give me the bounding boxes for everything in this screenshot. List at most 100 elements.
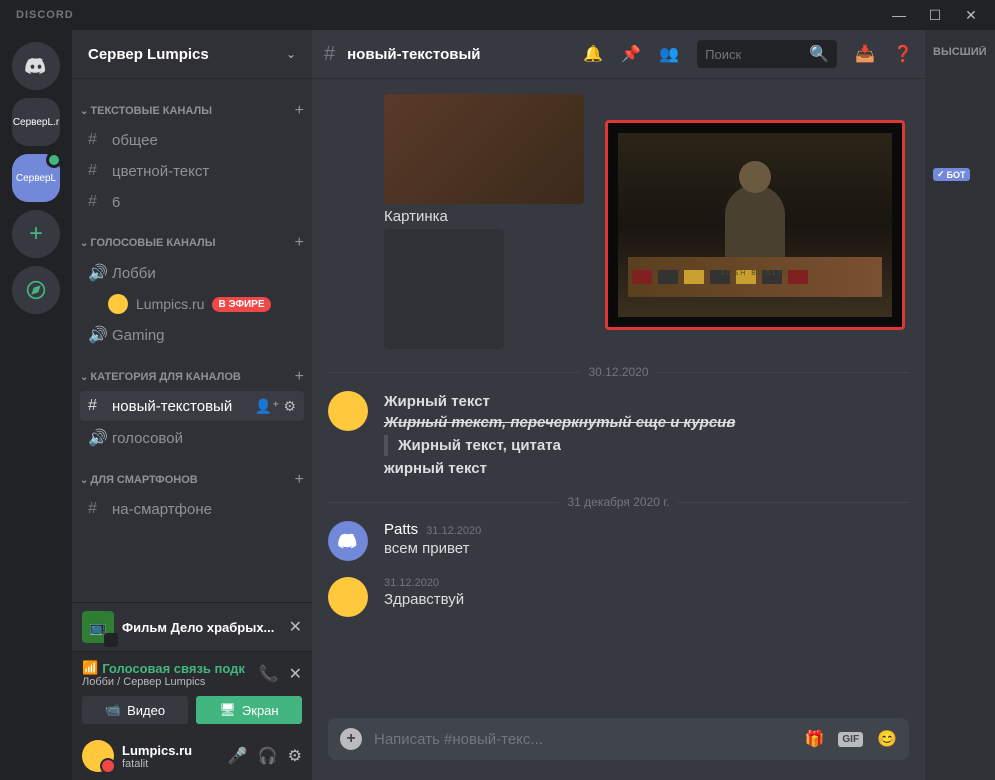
gif-button[interactable]: GIF [838, 732, 863, 747]
screen-button[interactable]: 🖥 Экран [196, 696, 302, 724]
server-header[interactable]: Сервер Lumpics ⌄ [72, 30, 312, 78]
hash-icon: # [324, 43, 335, 66]
avatar [108, 294, 128, 314]
close-button[interactable]: ✕ [957, 5, 985, 25]
channel-title: новый-текстовый [347, 46, 571, 63]
gift-icon[interactable]: 🎁 [804, 729, 824, 749]
category-phone[interactable]: ДЛЯ СМАРТФОНОВ+ [72, 455, 312, 493]
search-box[interactable]: 🔍 [697, 40, 837, 68]
home-button[interactable] [12, 42, 60, 90]
message-time: 31.12.2020 [426, 525, 481, 537]
user-panel: Lumpics.ru fatalit 🎤 🎧 ⚙ [72, 732, 312, 780]
add-channel-icon[interactable]: + [295, 368, 304, 386]
members-sidebar: ВЫСШИЙ - 1 ✓ БОТ [925, 30, 995, 780]
settings-icon[interactable]: ⚙ [288, 746, 302, 766]
speaker-icon: 🔊 [88, 263, 106, 283]
category-text[interactable]: ТЕКСТОВЫЕ КАНАЛЫ+ [72, 86, 312, 124]
explore-button[interactable] [12, 266, 60, 314]
server-rail: СерверL.r СерверL + [0, 30, 72, 780]
message-text: всем привет [384, 538, 909, 559]
category-voice[interactable]: ГОЛОСОВЫЕ КАНАЛЫ+ [72, 218, 312, 256]
close-icon[interactable]: ✕ [289, 617, 302, 637]
now-playing-panel[interactable]: 📺 Фильм Дело храбрых... ✕ [72, 602, 312, 651]
hash-icon: # [88, 500, 106, 518]
add-channel-icon[interactable]: + [295, 102, 304, 120]
avatar[interactable] [328, 391, 368, 431]
voice-status-panel: 📶 Голосовая связь подк Лобби / Сервер Lu… [72, 651, 312, 732]
hash-icon: # [88, 131, 106, 149]
hash-icon: # [88, 162, 106, 180]
headphones-icon[interactable]: 🎧 [258, 746, 278, 766]
role-heading: ВЫСШИЙ - 1 [933, 46, 987, 58]
add-channel-icon[interactable]: + [295, 471, 304, 489]
image-placeholder[interactable] [384, 229, 504, 349]
bot-badge: ✓ БОТ [933, 168, 970, 181]
server-name: Сервер Lumpics [88, 46, 209, 63]
user-status: fatalit [122, 758, 220, 770]
channel-lobby[interactable]: 🔊Лобби [80, 257, 304, 289]
pin-icon[interactable]: 📌 [621, 44, 641, 64]
pip-video: JOSH BROLIN [618, 133, 892, 317]
channel-gaming[interactable]: 🔊Gaming [80, 319, 304, 351]
date-divider: 30.12.2020 [328, 365, 909, 379]
voice-location: Лобби / Сервер Lumpics [82, 676, 245, 688]
voice-user[interactable]: Lumpics.ruВ ЭФИРЕ [72, 290, 312, 318]
date-divider: 31 декабря 2020 г. [328, 495, 909, 509]
inbox-icon[interactable]: 📥 [855, 44, 875, 64]
add-server-button[interactable]: + [12, 210, 60, 258]
channel-header: # новый-текстовый 🔔 📌 👥 🔍 📥 ❓ [312, 30, 925, 78]
search-input[interactable] [705, 47, 803, 62]
message-text: Здравствуй [384, 589, 909, 610]
message-time: 31.12.2020 [384, 577, 439, 589]
message-input-box[interactable]: + Написать #новый-текс... 🎁 GIF 😊 [328, 718, 909, 760]
picture-in-picture[interactable]: JOSH BROLIN [605, 120, 905, 330]
channel-general[interactable]: #общее [80, 125, 304, 155]
emoji-icon[interactable]: 😊 [877, 729, 897, 749]
help-icon[interactable]: ❓ [893, 44, 913, 64]
user-avatar[interactable] [82, 740, 114, 772]
message-input[interactable]: Написать #новый-текс... [374, 731, 792, 748]
hash-icon: # [88, 193, 106, 211]
image-attachment[interactable] [384, 94, 584, 204]
message-input-area: + Написать #новый-текс... 🎁 GIF 😊 [312, 718, 925, 780]
video-button[interactable]: 📹 Видео [82, 696, 188, 724]
message-item: 31.12.2020 Здравствуй [328, 577, 909, 617]
noise-icon[interactable]: 📞 [259, 664, 279, 684]
hash-icon: # [88, 397, 106, 415]
channel-colored[interactable]: #цветной-текст [80, 156, 304, 186]
disconnect-icon[interactable]: ✕ [289, 664, 302, 684]
avatar[interactable] [328, 577, 368, 617]
speaker-icon: 🔊 [88, 325, 106, 345]
channel-sidebar: Сервер Lumpics ⌄ ТЕКСТОВЫЕ КАНАЛЫ+ #обще… [72, 30, 312, 780]
channel-voice[interactable]: 🔊голосовой [80, 422, 304, 454]
voice-connected-label: 📶 Голосовая связь подк [82, 660, 245, 676]
minimize-button[interactable]: — [885, 5, 913, 25]
now-playing-title: Фильм Дело храбрых... [122, 620, 281, 635]
online-indicator [46, 152, 62, 168]
category-cat[interactable]: КАТЕГОРИЯ ДЛЯ КАНАЛОВ+ [72, 352, 312, 390]
channel-newtext[interactable]: #новый-текстовый👤⁺ ⚙ [80, 391, 304, 421]
message-item: Жирный текст Жирный текст, перечеркнутый… [328, 391, 909, 479]
speaker-icon: 🔊 [88, 428, 106, 448]
user-name: Lumpics.ru [122, 743, 220, 758]
app-logo: DISCORD [16, 9, 74, 21]
maximize-button[interactable]: ☐ [921, 5, 949, 25]
chevron-down-icon: ⌄ [286, 47, 296, 61]
members-icon[interactable]: 👥 [659, 44, 679, 64]
server-item-1[interactable]: СерверL.r [12, 98, 60, 146]
mic-icon[interactable]: 🎤 [228, 746, 248, 766]
add-channel-icon[interactable]: + [295, 234, 304, 252]
search-icon: 🔍 [809, 44, 829, 64]
channel-actions[interactable]: 👤⁺ ⚙ [255, 398, 296, 415]
avatar[interactable] [328, 521, 368, 561]
live-badge: В ЭФИРЕ [212, 297, 270, 312]
titlebar: DISCORD — ☐ ✕ [0, 0, 995, 30]
media-icon: 📺 [82, 611, 114, 643]
attach-button[interactable]: + [340, 728, 362, 750]
message-item: Patts 31.12.2020 всем привет [328, 521, 909, 561]
message-author[interactable]: Patts [384, 521, 418, 538]
bell-icon[interactable]: 🔔 [583, 44, 603, 64]
channel-six[interactable]: #6 [80, 187, 304, 217]
server-item-2[interactable]: СерверL [12, 154, 60, 202]
channel-smartphone[interactable]: #на-смартфоне [80, 494, 304, 524]
